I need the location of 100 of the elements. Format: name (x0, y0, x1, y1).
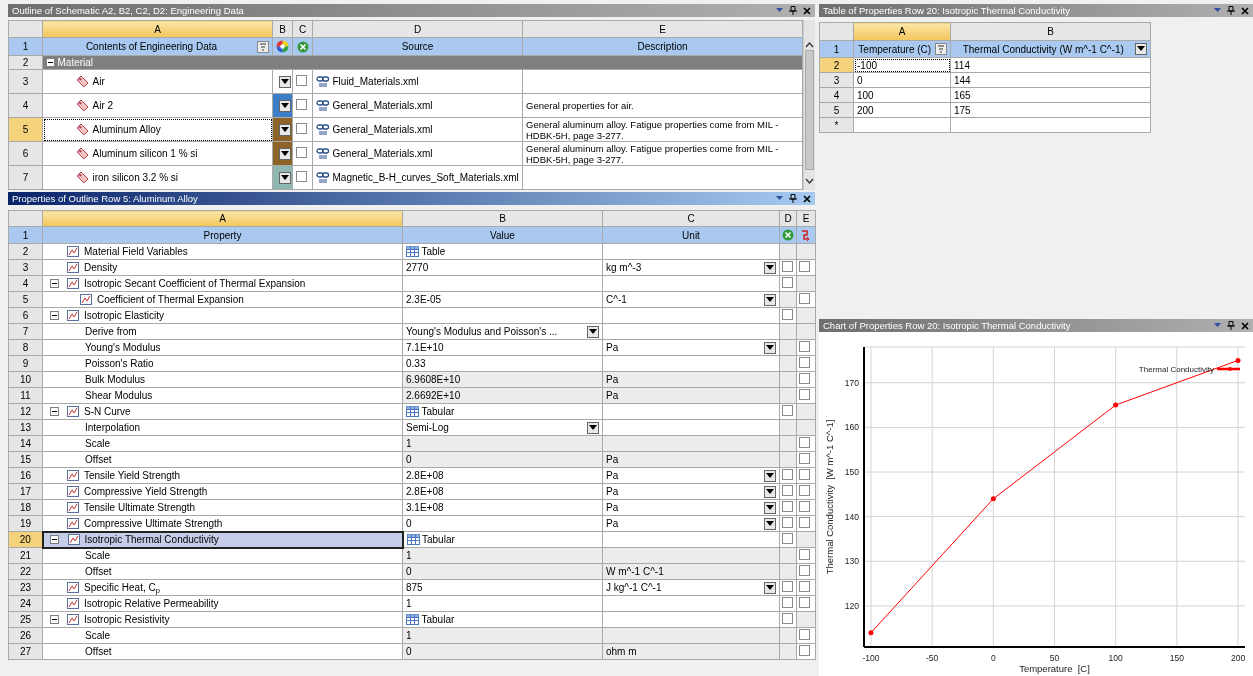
property-label[interactable]: Offset (85, 566, 112, 577)
property-label[interactable]: Interpolation (85, 422, 141, 433)
property-label[interactable]: S-N Curve (84, 406, 131, 417)
column-letter[interactable]: A (42, 210, 403, 227)
checkbox[interactable] (782, 597, 793, 608)
close-icon[interactable] (803, 194, 811, 203)
checkbox[interactable] (799, 261, 810, 272)
color-wheel-icon[interactable] (276, 40, 289, 53)
column-letter[interactable]: D (312, 20, 523, 38)
dropdown-button[interactable] (764, 485, 776, 498)
row-number[interactable]: 5 (8, 117, 43, 142)
table-cell[interactable]: -100 (853, 57, 951, 73)
checkbox[interactable] (799, 517, 810, 528)
checkbox[interactable] (296, 99, 307, 110)
checkbox[interactable] (782, 485, 793, 496)
dropdown-icon[interactable] (776, 8, 783, 13)
material-name[interactable]: Aluminum Alloy (92, 124, 161, 135)
checkbox[interactable] (799, 373, 810, 384)
collapse-toggle-icon[interactable] (49, 615, 59, 624)
property-label[interactable]: Scale (85, 550, 110, 562)
table-cell[interactable]: 100 (853, 87, 951, 103)
dropdown-icon[interactable] (776, 196, 783, 201)
collapse-toggle-icon[interactable] (49, 279, 59, 288)
row-number[interactable]: 4 (8, 93, 43, 118)
checkbox[interactable] (296, 171, 307, 182)
collapse-toggle-icon[interactable] (49, 311, 59, 320)
scrollbar[interactable] (803, 20, 815, 190)
checkbox[interactable] (782, 581, 793, 592)
table-cell[interactable]: 144 (950, 72, 1151, 88)
dropdown-button[interactable] (279, 123, 291, 136)
table-cell[interactable]: 200 (853, 102, 951, 118)
dropdown-button[interactable] (1135, 43, 1147, 55)
table-cell[interactable]: 175 (950, 102, 1151, 118)
material-name[interactable]: Air 2 (92, 100, 114, 111)
checkbox[interactable] (782, 261, 793, 272)
row-number[interactable]: 3 (8, 69, 43, 94)
scroll-up-icon[interactable] (805, 42, 814, 48)
property-label[interactable]: Material Field Variables (84, 246, 188, 257)
table-cell[interactable]: 165 (950, 87, 1151, 103)
property-label[interactable]: Scale (85, 630, 110, 641)
checkbox[interactable] (799, 389, 810, 400)
x-circle-icon[interactable] (296, 40, 309, 53)
dropdown-button[interactable] (587, 325, 599, 338)
property-label[interactable]: Bulk Modulus (85, 374, 146, 385)
checkbox[interactable] (799, 293, 810, 304)
dropdown-button[interactable] (764, 293, 776, 306)
scroll-down-icon[interactable] (805, 178, 814, 184)
pin-icon[interactable] (789, 6, 797, 15)
checkbox[interactable] (782, 517, 793, 528)
dropdown-button[interactable] (279, 147, 291, 160)
column-letter[interactable]: E (522, 20, 803, 38)
collapse-toggle-icon[interactable] (50, 535, 59, 544)
property-label[interactable]: Density (84, 262, 118, 273)
dropdown-button[interactable] (764, 261, 776, 274)
property-label[interactable]: Derive from (85, 326, 137, 337)
column-letter[interactable]: C (602, 210, 780, 227)
checkbox[interactable] (782, 501, 793, 512)
dropdown-button[interactable] (587, 421, 599, 434)
column-letter[interactable]: A (853, 22, 951, 41)
checkbox[interactable] (799, 453, 810, 464)
checkbox[interactable] (799, 565, 810, 576)
checkbox[interactable] (782, 613, 793, 624)
checkbox[interactable] (782, 309, 793, 320)
checkbox[interactable] (782, 277, 793, 288)
table-cell[interactable]: 0 (853, 72, 951, 88)
checkbox[interactable] (799, 485, 810, 496)
dropdown-icon[interactable] (1214, 8, 1221, 13)
close-icon[interactable] (1241, 321, 1249, 330)
collapse-toggle-icon[interactable] (49, 407, 59, 416)
pin-icon[interactable] (789, 194, 797, 203)
checkbox[interactable] (799, 549, 810, 560)
checkbox[interactable] (296, 123, 307, 134)
property-label[interactable]: Poisson's Ratio (85, 358, 154, 369)
dropdown-button[interactable] (279, 75, 291, 88)
dropdown-button[interactable] (764, 341, 776, 354)
row-number[interactable]: 6 (8, 141, 43, 166)
checkbox[interactable] (782, 469, 793, 480)
property-label[interactable]: Tensile Yield Strength (84, 470, 181, 481)
checkbox[interactable] (799, 357, 810, 368)
checkbox[interactable] (782, 405, 793, 416)
checkbox[interactable] (799, 501, 810, 512)
property-label[interactable]: Shear Modulus (85, 390, 153, 401)
checkbox[interactable] (799, 469, 810, 480)
property-label[interactable]: Scale (85, 438, 110, 449)
sort-icon[interactable] (935, 43, 947, 55)
dropdown-button[interactable] (279, 171, 291, 184)
property-label[interactable]: Isotropic Elasticity (84, 310, 165, 321)
pin-icon[interactable] (1227, 6, 1235, 15)
pin-icon[interactable] (1227, 321, 1235, 330)
dropdown-button[interactable] (764, 501, 776, 514)
column-letter[interactable]: B (950, 22, 1151, 41)
checkbox[interactable] (782, 533, 793, 544)
property-label[interactable]: Specific Heat, C$_{p}$ (84, 582, 160, 593)
close-icon[interactable] (1241, 6, 1249, 15)
column-letter[interactable]: A (42, 20, 273, 38)
sort-icon[interactable] (257, 40, 269, 53)
link-arrow-icon[interactable] (800, 229, 812, 242)
dropdown-button[interactable] (764, 581, 776, 594)
row-number[interactable]: 7 (8, 165, 43, 190)
dropdown-button[interactable] (764, 469, 776, 482)
